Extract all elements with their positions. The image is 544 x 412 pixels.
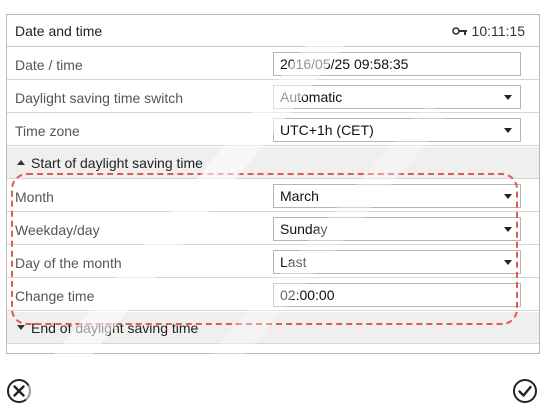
- page-title: Date and time: [15, 23, 103, 39]
- day-of-month-label: Day of the month: [15, 255, 122, 271]
- row-weekday: Weekday/day Sunday: [7, 213, 539, 245]
- weekday-select[interactable]: Sunday: [273, 217, 521, 241]
- day-of-month-select[interactable]: Last: [273, 250, 521, 274]
- time-zone-select[interactable]: UTC+1h (CET): [273, 118, 521, 142]
- collapse-triangle-icon: [17, 160, 25, 165]
- row-time-zone: Time zone UTC+1h (CET): [7, 114, 539, 146]
- date-time-field[interactable]: 2016/05/25 09:58:35: [273, 52, 521, 76]
- title-bar: Date and time 10:11:15: [7, 15, 539, 47]
- row-month: Month March: [7, 180, 539, 212]
- date-time-label: Date / time: [15, 57, 83, 73]
- section-start-dst[interactable]: Start of daylight saving time: [7, 147, 539, 179]
- confirm-icon: [513, 379, 537, 403]
- row-change-time: Change time 02:00:00: [7, 279, 539, 311]
- weekday-label: Weekday/day: [15, 222, 100, 238]
- expand-triangle-icon: [17, 325, 25, 330]
- month-label: Month: [15, 189, 54, 205]
- dst-switch-label: Daylight saving time switch: [15, 90, 184, 106]
- row-dst-switch: Daylight saving time switch Automatic: [7, 81, 539, 113]
- clock: 10:11:15: [451, 23, 525, 39]
- confirm-button[interactable]: [512, 378, 538, 404]
- cancel-button[interactable]: [6, 378, 32, 404]
- time-zone-label: Time zone: [15, 123, 80, 139]
- date-time-panel: Date and time 10:11:15 Date / time 2016/…: [6, 14, 540, 354]
- dst-switch-select[interactable]: Automatic: [273, 85, 521, 109]
- clock-time: 10:11:15: [471, 23, 525, 39]
- row-date-time: Date / time 2016/05/25 09:58:35: [7, 48, 539, 80]
- section-end-dst-label: End of daylight saving time: [31, 320, 199, 336]
- cancel-icon: [7, 379, 31, 403]
- section-end-dst[interactable]: End of daylight saving time: [7, 312, 539, 344]
- month-select[interactable]: March: [273, 184, 521, 208]
- change-time-field[interactable]: 02:00:00: [273, 283, 521, 307]
- row-day-of-month: Day of the month Last: [7, 246, 539, 278]
- key-lock-icon: [451, 25, 468, 37]
- section-start-dst-label: Start of daylight saving time: [31, 155, 203, 171]
- change-time-label: Change time: [15, 288, 95, 304]
